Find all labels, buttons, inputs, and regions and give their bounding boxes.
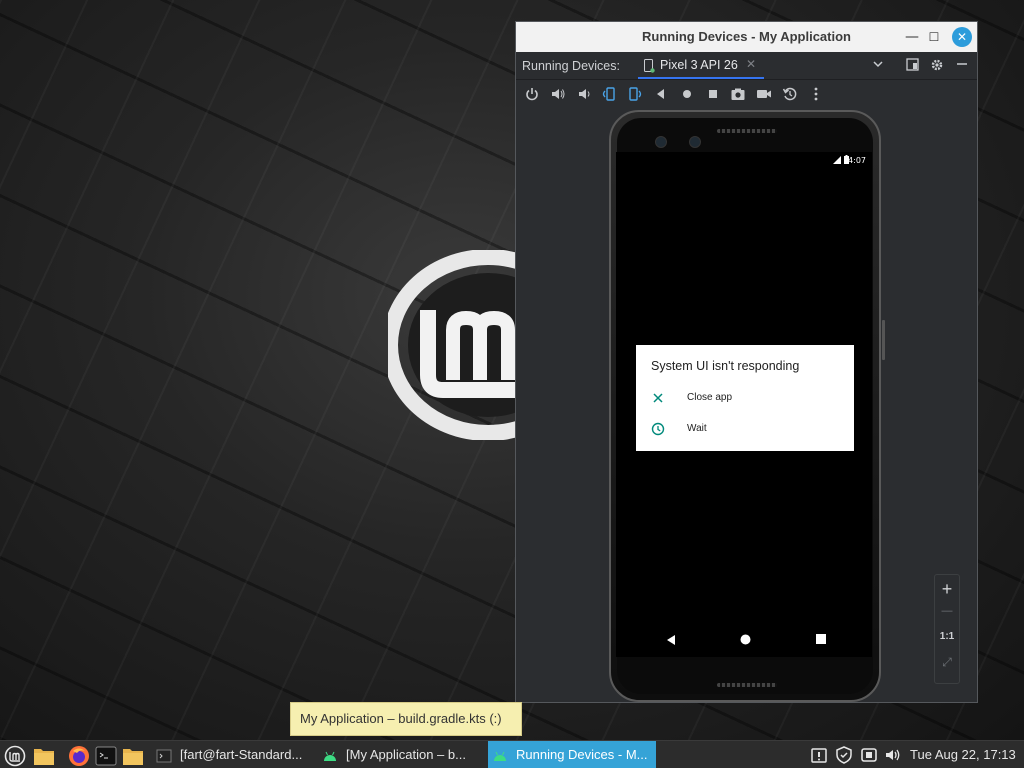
clock[interactable]: Tue Aug 22, 17:13 xyxy=(910,741,1016,768)
minimize-button[interactable]: — xyxy=(902,27,922,47)
phone-screen[interactable]: 4:07 System UI isn't responding Close ap… xyxy=(616,152,872,657)
panel-label: Running Devices: xyxy=(522,59,620,73)
emulator-toolbar xyxy=(516,80,977,109)
close-app-option[interactable]: Close app xyxy=(651,389,841,409)
task-android-studio[interactable]: [My Application – b... xyxy=(322,741,488,768)
front-camera-icon xyxy=(655,136,667,148)
snapshot-icon[interactable] xyxy=(782,86,798,102)
overview-icon[interactable] xyxy=(705,86,721,102)
volume-up-icon[interactable] xyxy=(550,86,566,102)
nav-back-icon[interactable] xyxy=(666,634,676,646)
mint-menu-icon[interactable] xyxy=(4,744,26,768)
task-running-devices[interactable]: Running Devices - M... xyxy=(488,741,656,768)
android-nav-bar xyxy=(616,623,872,657)
android-studio-icon xyxy=(324,751,336,761)
phone-icon xyxy=(644,59,655,73)
actual-size-button[interactable]: 1:1 xyxy=(935,631,959,642)
taskbar-tooltip: My Application – build.gradle.kts (:) xyxy=(290,702,522,736)
bottom-speaker xyxy=(717,683,777,687)
update-manager-icon[interactable] xyxy=(810,746,828,764)
dialog-title: System UI isn't responding xyxy=(651,359,800,373)
anr-dialog: System UI isn't responding Close app Wai… xyxy=(636,345,854,451)
running-devices-window: Running Devices - My Application — ☐ ✕ R… xyxy=(515,21,978,703)
phone-side-button xyxy=(882,320,885,360)
device-tab-label: Pixel 3 API 26 xyxy=(660,58,738,72)
volume-down-icon[interactable] xyxy=(576,86,592,102)
close-icon xyxy=(653,393,663,403)
hide-icon[interactable] xyxy=(956,58,968,73)
taskbar: [fart@fart-Standard... [My Application –… xyxy=(0,740,1024,768)
fit-screen-button[interactable]: ⤢ xyxy=(935,655,959,670)
window-titlebar[interactable]: Running Devices - My Application — ☐ ✕ xyxy=(516,22,977,52)
wait-label: Wait xyxy=(687,423,707,434)
split-icon[interactable] xyxy=(906,58,919,74)
device-tabbar: Running Devices: Pixel 3 API 26 ✕ xyxy=(516,52,977,80)
earpiece-speaker xyxy=(717,129,777,133)
tab-pixel-3-api-26[interactable]: Pixel 3 API 26 ✕ xyxy=(638,52,764,79)
clock-icon xyxy=(651,422,665,436)
screen-record-icon[interactable] xyxy=(756,86,772,102)
rotate-left-icon[interactable] xyxy=(601,86,617,102)
chevron-down-icon[interactable] xyxy=(872,58,884,73)
maximize-button[interactable]: ☐ xyxy=(924,27,944,47)
home-icon[interactable] xyxy=(679,86,695,102)
back-icon[interactable] xyxy=(653,86,669,102)
power-icon[interactable] xyxy=(524,86,540,102)
wait-option[interactable]: Wait xyxy=(651,420,841,440)
close-app-label: Close app xyxy=(687,392,733,403)
status-time: 4:07 xyxy=(848,156,866,165)
firefox-icon[interactable] xyxy=(68,744,90,768)
more-icon[interactable] xyxy=(808,86,824,102)
tab-close-icon[interactable]: ✕ xyxy=(746,57,756,71)
gear-icon[interactable] xyxy=(930,58,944,75)
android-studio-icon xyxy=(494,751,506,761)
files-launcher-icon[interactable] xyxy=(33,744,55,768)
volume-icon[interactable] xyxy=(884,746,902,764)
nav-overview-icon[interactable] xyxy=(816,634,826,644)
front-camera-icon xyxy=(689,136,701,148)
task-terminal[interactable]: [fart@fart-Standard... xyxy=(156,741,322,768)
folder-icon[interactable] xyxy=(122,744,144,768)
nav-home-icon[interactable] xyxy=(740,634,751,645)
close-window-button[interactable]: ✕ xyxy=(952,27,972,47)
signal-icon xyxy=(833,156,841,164)
shield-icon[interactable] xyxy=(835,746,853,764)
zoom-out-button[interactable]: — xyxy=(935,605,959,617)
terminal-icon[interactable] xyxy=(95,744,117,768)
emulator-display-area: 4:07 System UI isn't responding Close ap… xyxy=(516,108,977,702)
terminal-icon xyxy=(156,749,172,763)
network-icon[interactable] xyxy=(860,746,878,764)
zoom-controls: + — 1:1 ⤢ xyxy=(934,574,960,684)
task-running-devices-label: Running Devices - M... xyxy=(516,747,648,762)
task-terminal-label: [fart@fart-Standard... xyxy=(180,747,303,762)
task-android-studio-label: [My Application – b... xyxy=(346,747,466,762)
zoom-in-button[interactable]: + xyxy=(935,579,959,600)
linux-mint-logo xyxy=(388,250,528,440)
rotate-right-icon[interactable] xyxy=(627,86,643,102)
screenshot-icon[interactable] xyxy=(730,86,746,102)
android-status-bar: 4:07 xyxy=(616,152,872,168)
